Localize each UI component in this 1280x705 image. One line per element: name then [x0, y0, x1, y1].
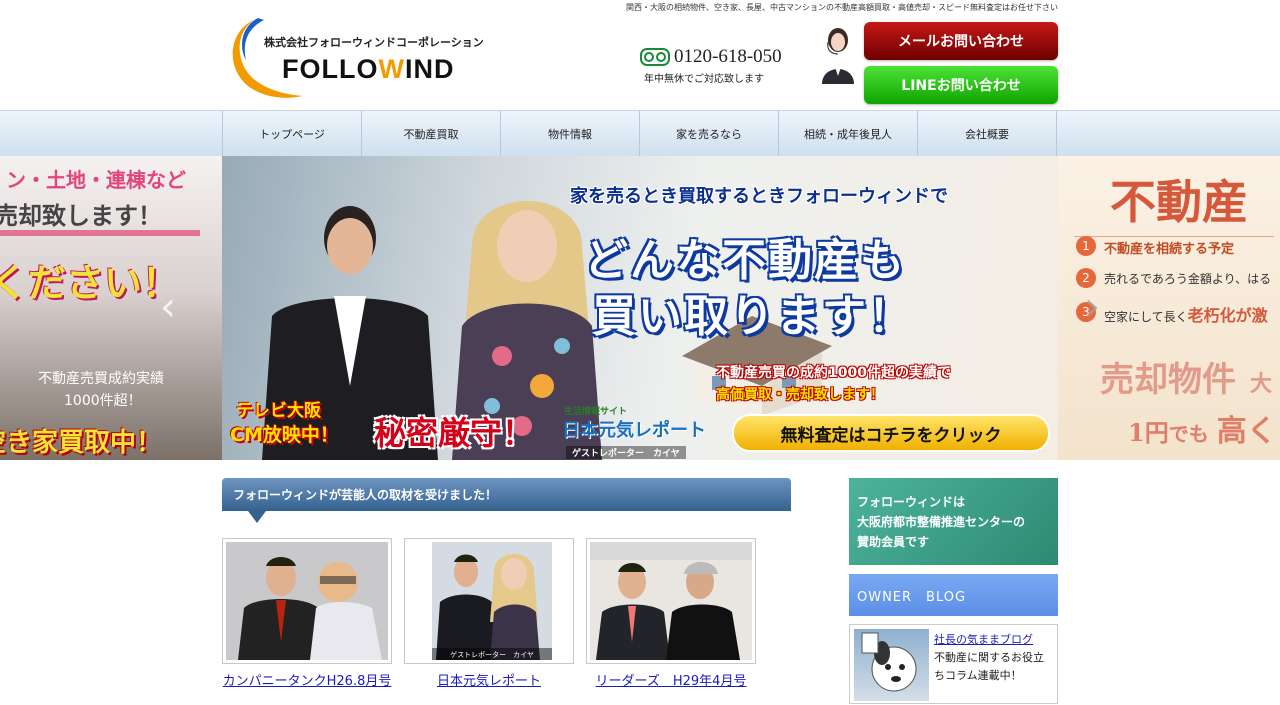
- nav-item-real-estate-purchase[interactable]: 不動産買取: [362, 111, 501, 156]
- owner-blog-heading[interactable]: OWNER BLOG: [849, 574, 1058, 616]
- operator-woman-icon: [822, 28, 854, 84]
- nav-item-top[interactable]: トップページ: [223, 111, 362, 156]
- slide-left-text-3: ください！: [0, 261, 181, 305]
- slide-left-text-6: 空き家買取中！: [0, 428, 163, 458]
- banner-line-3: 賛助会員です: [857, 535, 930, 549]
- media-section-heading: フォローウィンドが芸能人の取材を受けました！: [222, 478, 791, 511]
- site-tagline: 関西・大阪の相続物件、空き家、長屋、中古マンションの不動産高額買取・高値売却・ス…: [626, 3, 1058, 12]
- freedial-icon: [640, 48, 670, 66]
- logo-company-name: 株式会社フォローウィンドコーポレーション: [264, 36, 484, 49]
- program-title-text: 日本元気レポート: [562, 420, 706, 441]
- two-men-office-photo: [590, 542, 752, 660]
- guest-reporter-text: ゲストレポーター カイヤ: [566, 446, 686, 459]
- slide-next[interactable]: 不動産 1 不動産を相続する予定 2 売れるであろう金額より、はる 3 空家にし…: [1058, 156, 1280, 460]
- phone-contact[interactable]: 0120-618-050 年中無休でご対応致します: [640, 46, 782, 85]
- man-and-woman-photo: ゲストレポーター カイヤ: [432, 542, 552, 660]
- blog-card[interactable]: 社長の気ままブログ 不動産に関するお役立ちコラム連載中！: [849, 624, 1058, 704]
- urban-development-center-banner[interactable]: フォローウィンドは 大阪府都市整備推進センターの 賛助会員です: [849, 478, 1058, 565]
- thumb-overlay-text: ゲストレポーター カイヤ: [450, 650, 534, 659]
- media-caption-company-tank[interactable]: カンパニータンクH26.8月号: [222, 670, 392, 689]
- blog-description: 不動産に関するお役立ちコラム連載中！: [934, 651, 1044, 682]
- media-caption-leaders[interactable]: リーダーズ H29年4月号: [586, 670, 756, 689]
- logo-wordmark: FOLLOWIND: [282, 54, 455, 84]
- banner-line-2: 大阪府都市整備推進センターの: [857, 515, 1026, 529]
- two-men-photo: [226, 542, 388, 660]
- slide-right-sell-1: 売却物件大: [1100, 360, 1273, 400]
- media-thumb-company-tank[interactable]: [222, 538, 392, 664]
- slide-left-text-2: 売却致します！: [0, 202, 162, 230]
- slide-record-text-2: 高価買取・売却致します！: [716, 387, 884, 403]
- heading-notch-icon: [248, 511, 266, 523]
- slide-right-sell-2: 1円でも高く売: [1128, 414, 1277, 449]
- media-thumb-genki-report[interactable]: ゲストレポーター カイヤ: [404, 538, 574, 664]
- mail-inquiry-button[interactable]: メールお問い合わせ: [864, 22, 1058, 60]
- blog-mascot-image: [854, 629, 929, 701]
- blog-link[interactable]: 社長の気ままブログ: [934, 631, 1033, 647]
- slide-left-text-4: 不動産売買成約実績: [38, 371, 164, 387]
- slide-big-text-1: どんな不動産も: [584, 235, 906, 286]
- slide-current[interactable]: 家を売るとき買取するときフォローウィンドで どんな不動産も 買い取ります！ 不動…: [222, 156, 1058, 460]
- nav-item-company[interactable]: 会社概要: [918, 111, 1057, 156]
- slide-left-text-1: ン・土地・連棟など: [6, 168, 186, 192]
- slide-right-item-1: 不動産を相続する予定: [1104, 242, 1235, 257]
- media-caption-genki-report[interactable]: 日本元気レポート: [404, 670, 574, 689]
- phone-number[interactable]: 0120-618-050: [674, 46, 782, 68]
- secret-text: 秘密厳守！: [374, 414, 535, 452]
- hero-slider: ン・土地・連棟など 売却致します！ ください！ ‹ 不動産売買成約実績 1000…: [0, 156, 1280, 460]
- tv-osaka-text: テレビ大阪: [236, 401, 321, 421]
- line-inquiry-button[interactable]: LINEお問い合わせ: [864, 66, 1058, 104]
- nav-item-inheritance[interactable]: 相続・成年後見人: [779, 111, 918, 156]
- slide-record-text-1: 不動産売買の成約1000件超の実績で: [716, 365, 951, 381]
- slider-prev-arrow[interactable]: ‹: [160, 284, 176, 330]
- media-thumb-leaders[interactable]: [586, 538, 756, 664]
- slide-right-item-2: 売れるであろう金額より、はる: [1104, 272, 1272, 286]
- site-logo[interactable]: 株式会社フォローウィンドコーポレーション FOLLOWIND: [224, 16, 486, 98]
- free-appraisal-cta-button[interactable]: 無料査定はコチラをクリック: [732, 414, 1050, 452]
- dog-mascot-icon: [861, 632, 917, 692]
- slide-right-title: 不動産: [1110, 175, 1248, 229]
- nav-item-properties[interactable]: 物件情報: [501, 111, 640, 156]
- main-navigation: トップページ 不動産買取 物件情報 家を売るなら 相続・成年後見人 会社概要: [0, 110, 1280, 157]
- phone-note: 年中無休でご対応致します: [644, 74, 764, 85]
- slide-big-text-2: 買い取ります！: [592, 291, 914, 342]
- slide-previous[interactable]: ン・土地・連棟など 売却致します！ ください！ ‹ 不動産売買成約実績 1000…: [0, 156, 222, 460]
- slide-headline: 家を売るとき買取するときフォローウィンドで: [570, 186, 948, 207]
- slider-next-arrow[interactable]: ›: [1084, 284, 1100, 330]
- cm-text: CM放映中！: [230, 424, 339, 446]
- banner-line-1: フォローウィンドは: [857, 495, 966, 509]
- nav-item-selling-home[interactable]: 家を売るなら: [640, 111, 779, 156]
- slide-left-text-5: 1000件超！: [64, 393, 142, 409]
- slide-right-item-3: 空家にして長く老朽化が激: [1104, 306, 1268, 325]
